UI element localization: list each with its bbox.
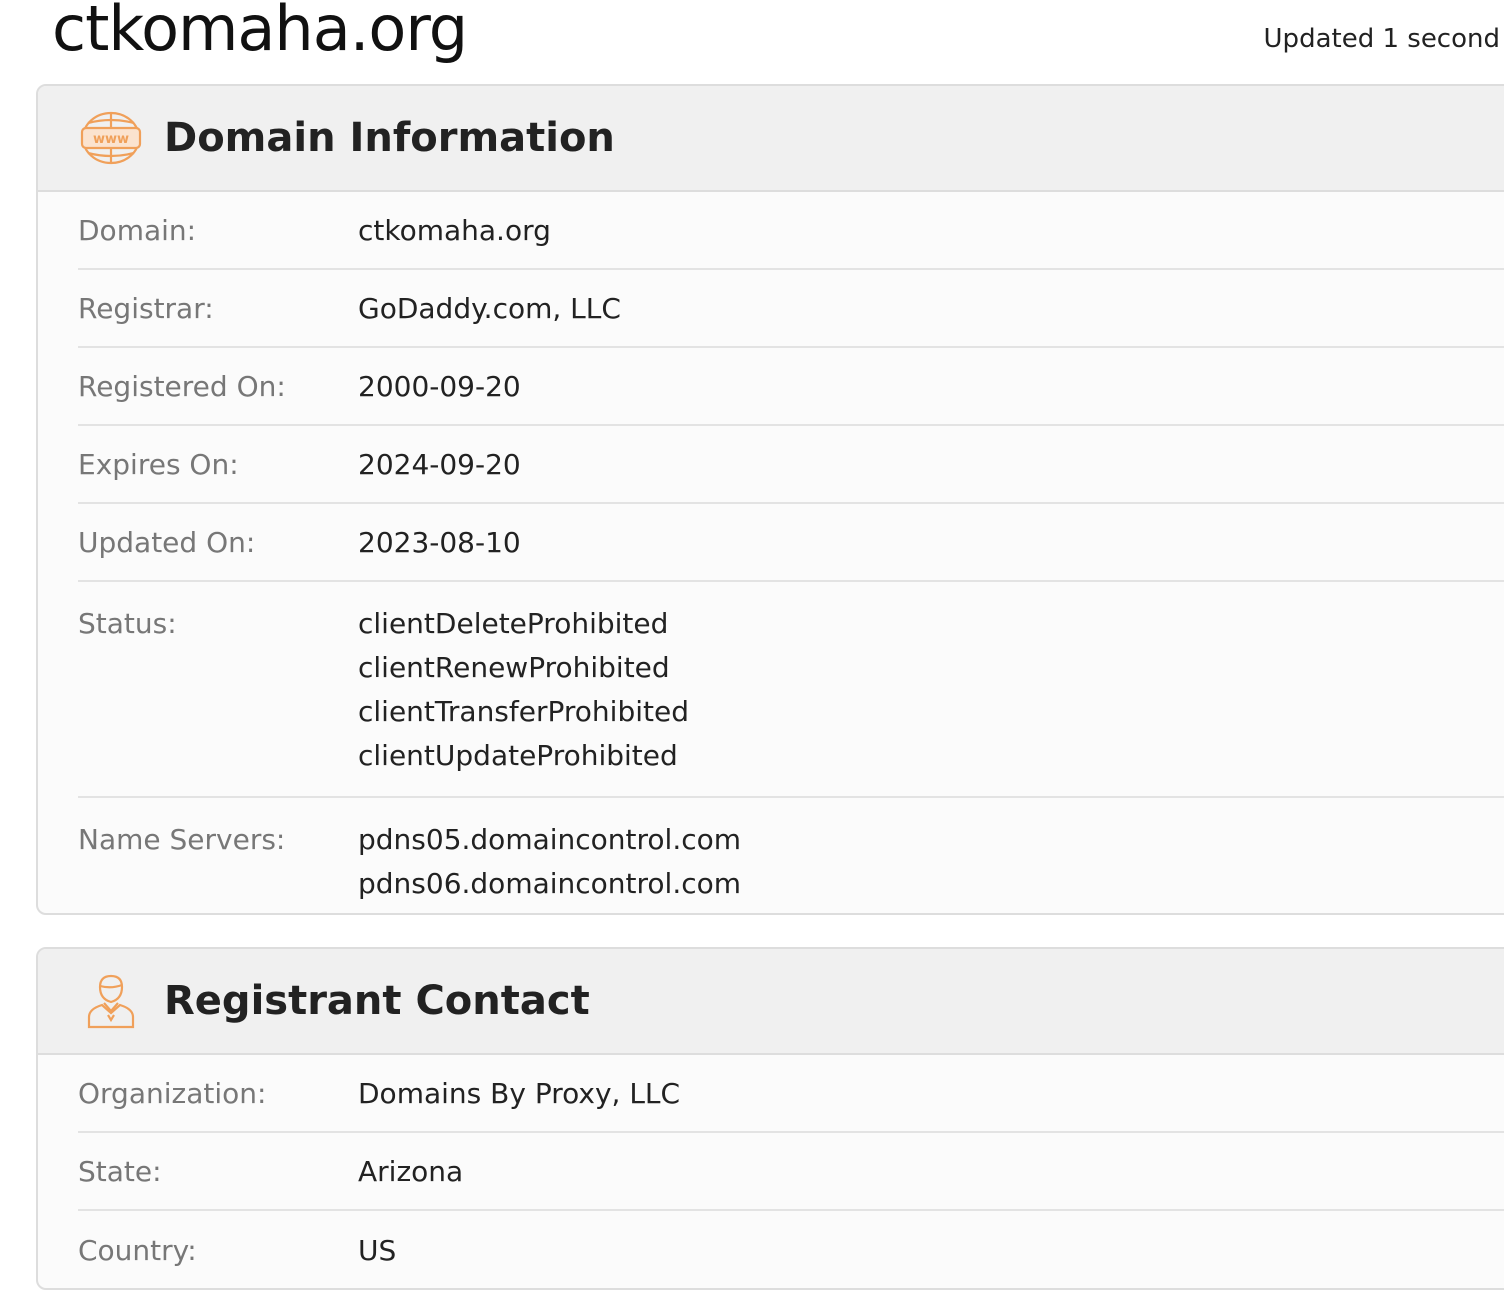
registrant-contact-header: Registrant Contact — [38, 949, 1504, 1055]
info-row: Name Servers: pdns05.domaincontrol.com pdn… — [78, 798, 1504, 913]
info-value-line: GoDaddy.com, LLC — [358, 291, 621, 325]
info-row-value: clientDeleteProhibited clientRenewProhibi… — [358, 602, 689, 778]
info-row-label: Expires On: — [78, 447, 239, 481]
info-value-line: US — [358, 1233, 397, 1267]
info-row-value: ctkomaha.org — [358, 214, 551, 247]
info-row-value: Domains By Proxy, LLC — [358, 1077, 680, 1110]
info-row-label: Organization: — [78, 1076, 267, 1110]
page-title: ctkomaha.org — [52, 0, 468, 65]
info-row-value: GoDaddy.com, LLC — [358, 292, 621, 325]
info-value-line: Arizona — [358, 1154, 464, 1188]
info-row-value: 2023-08-10 — [358, 526, 521, 559]
info-row: Registrar: GoDaddy.com, LLC — [78, 270, 1504, 348]
domain-information-title: Domain Information — [164, 115, 615, 161]
info-row: Domain: ctkomaha.org — [78, 192, 1504, 270]
info-row-label: Registrar: — [78, 291, 214, 325]
info-row-value: pdns05.domaincontrol.com pdns06.domaincon… — [358, 818, 741, 906]
info-value-line: clientRenewProhibited — [358, 651, 670, 684]
info-value-line: ctkomaha.org — [358, 213, 551, 247]
info-value-line: clientDeleteProhibited — [358, 607, 669, 640]
person-icon — [80, 970, 142, 1032]
info-value-line: clientTransferProhibited — [358, 695, 689, 728]
info-row-label: Status: — [78, 607, 177, 640]
info-row-value: 2000-09-20 — [358, 370, 521, 403]
info-value-line: pdns06.domaincontrol.com — [358, 867, 742, 900]
info-value-line: Domains By Proxy, LLC — [358, 1076, 681, 1110]
info-row-label: Registered On: — [78, 369, 286, 403]
registrant-contact-rows: Organization: Domains By Proxy, LLC State:… — [38, 1055, 1504, 1288]
registrant-contact-card: Registrant Contact Organization: Domains … — [36, 947, 1504, 1290]
info-row: Organization: Domains By Proxy, LLC — [78, 1055, 1504, 1133]
info-value-line: 2024-09-20 — [358, 447, 521, 481]
svg-text:www: www — [93, 132, 129, 147]
info-row-label: Country: — [78, 1233, 197, 1267]
info-value-line: pdns05.domaincontrol.com — [358, 823, 742, 856]
info-row-label: Name Servers: — [78, 823, 286, 856]
domain-information-header: www Domain Information — [38, 86, 1504, 192]
domain-information-card: www Domain Information Domain: ctkomaha.o… — [36, 84, 1504, 915]
info-row: Registered On: 2000-09-20 — [78, 348, 1504, 426]
info-value-line: 2000-09-20 — [358, 369, 521, 403]
domain-information-rows: Domain: ctkomaha.org Registrar: GoDaddy.com… — [38, 192, 1504, 913]
info-row: Expires On: 2024-09-20 — [78, 426, 1504, 504]
info-row: Updated On: 2023-08-10 — [78, 504, 1504, 582]
info-row-label: State: — [78, 1154, 162, 1188]
info-row: Country: US — [78, 1211, 1504, 1288]
registrant-contact-title: Registrant Contact — [164, 978, 590, 1024]
info-value-line: 2023-08-10 — [358, 525, 521, 559]
info-row: State: Arizona — [78, 1133, 1504, 1211]
info-row-value: 2024-09-20 — [358, 448, 521, 481]
info-value-line: clientUpdateProhibited — [358, 739, 678, 772]
www-globe-icon: www — [80, 107, 142, 169]
info-row-label: Domain: — [78, 213, 197, 247]
info-row: Status: clientDeleteProhibited clientRenew… — [78, 582, 1504, 798]
info-row-value: US — [358, 1234, 396, 1267]
info-row-value: Arizona — [358, 1155, 463, 1188]
info-row-label: Updated On: — [78, 525, 256, 559]
updated-timestamp: Updated 1 second — [1263, 24, 1500, 54]
